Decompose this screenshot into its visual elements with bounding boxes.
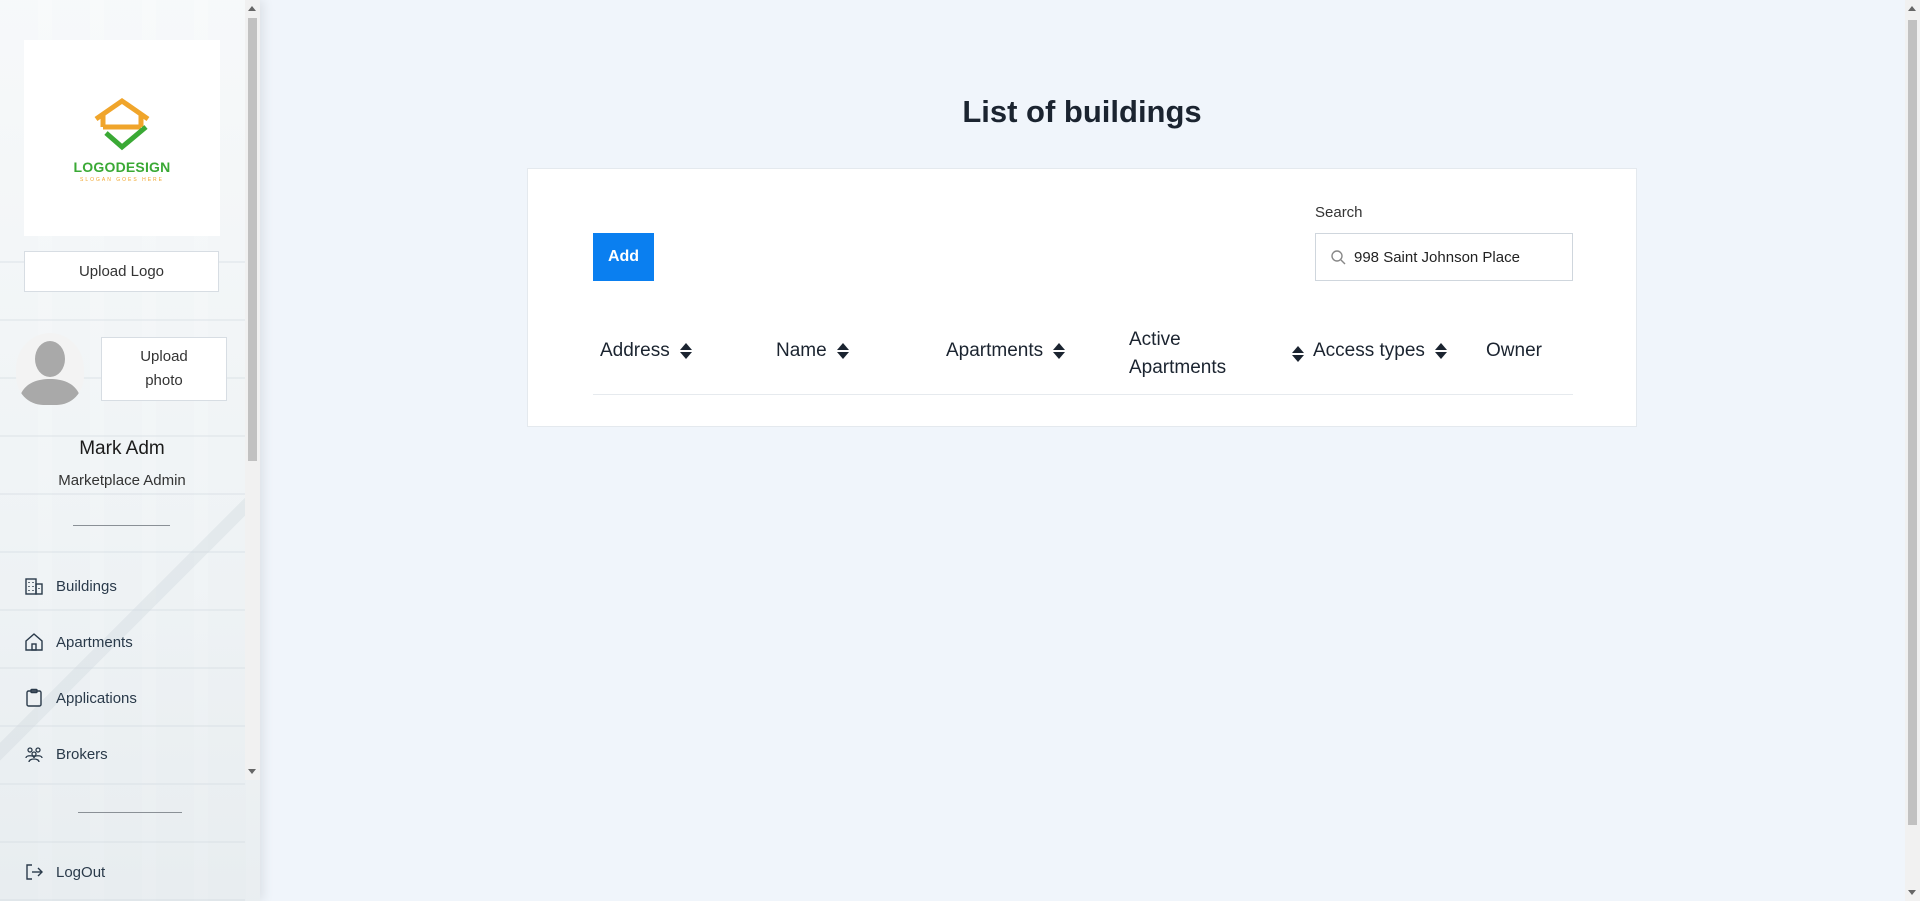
sidebar-item-apartments[interactable]: Apartments bbox=[24, 628, 133, 656]
logout-button[interactable]: LogOut bbox=[24, 858, 105, 886]
scroll-up-icon[interactable] bbox=[1908, 6, 1916, 11]
divider bbox=[78, 812, 182, 813]
search-input[interactable] bbox=[1354, 248, 1554, 266]
sidebar-item-brokers[interactable]: Brokers bbox=[24, 740, 108, 768]
people-icon bbox=[25, 747, 43, 763]
sort-icon[interactable] bbox=[679, 343, 692, 359]
scroll-up-icon[interactable] bbox=[248, 6, 256, 11]
sidebar-item-label: Brokers bbox=[56, 745, 108, 763]
home-icon bbox=[25, 633, 43, 651]
house-logo-icon bbox=[94, 97, 150, 151]
sidebar-item-label: Buildings bbox=[56, 577, 117, 595]
sidebar-item-label: Apartments bbox=[56, 633, 133, 651]
user-role: Marketplace Admin bbox=[58, 472, 186, 489]
add-building-button[interactable]: Add bbox=[593, 233, 654, 281]
sort-icon[interactable] bbox=[1053, 343, 1066, 359]
column-header-owner: Owner bbox=[1486, 340, 1542, 362]
buildings-table-card: Add Search Address Name Apartments Activ… bbox=[527, 168, 1637, 427]
sidebar-item-label: Applications bbox=[56, 689, 137, 707]
sidebar-scrollbar[interactable] bbox=[245, 0, 260, 780]
column-header-label: Address bbox=[600, 340, 670, 361]
user-name: Mark Adm bbox=[79, 438, 165, 459]
building-icon bbox=[25, 578, 43, 595]
column-header-active-apartments[interactable]: Active Apartments bbox=[1129, 326, 1304, 382]
search-icon bbox=[1331, 250, 1346, 265]
column-header-label: Name bbox=[776, 340, 827, 361]
page-title: List of buildings bbox=[962, 94, 1202, 129]
scrollbar-thumb[interactable] bbox=[248, 18, 257, 461]
sidebar-item-buildings[interactable]: Buildings bbox=[24, 572, 117, 600]
column-header-address[interactable]: Address bbox=[600, 340, 692, 362]
column-header-access-types[interactable]: Access types bbox=[1313, 340, 1447, 362]
sidebar-item-applications[interactable]: Applications bbox=[24, 684, 137, 712]
table-header-divider bbox=[593, 394, 1573, 395]
company-logo: LOGODESIGN SLOGAN GOES HERE bbox=[24, 40, 220, 236]
search-field[interactable] bbox=[1315, 233, 1573, 281]
clipboard-icon bbox=[26, 688, 42, 707]
column-header-apartments[interactable]: Apartments bbox=[946, 340, 1066, 362]
column-header-label: Active Apartments bbox=[1129, 329, 1227, 378]
column-header-label: Access types bbox=[1313, 340, 1425, 361]
sort-icon[interactable] bbox=[1292, 346, 1304, 362]
scroll-down-icon[interactable] bbox=[248, 769, 256, 774]
sort-icon[interactable] bbox=[836, 343, 849, 359]
scroll-down-icon[interactable] bbox=[1908, 890, 1916, 895]
logo-tagline: SLOGAN GOES HERE bbox=[80, 177, 164, 183]
window-scrollbar[interactable] bbox=[1905, 0, 1920, 901]
user-placeholder-icon bbox=[16, 333, 84, 405]
upload-photo-button[interactable]: Upload photo bbox=[101, 337, 227, 401]
avatar bbox=[16, 333, 84, 405]
upload-logo-button[interactable]: Upload Logo bbox=[24, 251, 219, 292]
sidebar: LOGODESIGN SLOGAN GOES HERE Upload Logo … bbox=[0, 0, 260, 901]
logout-label: LogOut bbox=[56, 863, 106, 881]
sort-icon[interactable] bbox=[1434, 343, 1447, 359]
divider bbox=[73, 525, 170, 526]
search-label: Search bbox=[1315, 204, 1363, 221]
column-header-label: Owner bbox=[1486, 340, 1542, 361]
logout-icon bbox=[26, 864, 43, 880]
column-header-name[interactable]: Name bbox=[776, 340, 849, 362]
column-header-label: Apartments bbox=[946, 340, 1044, 361]
logo-brand-text: LOGODESIGN bbox=[73, 159, 171, 175]
scrollbar-thumb[interactable] bbox=[1908, 20, 1917, 825]
